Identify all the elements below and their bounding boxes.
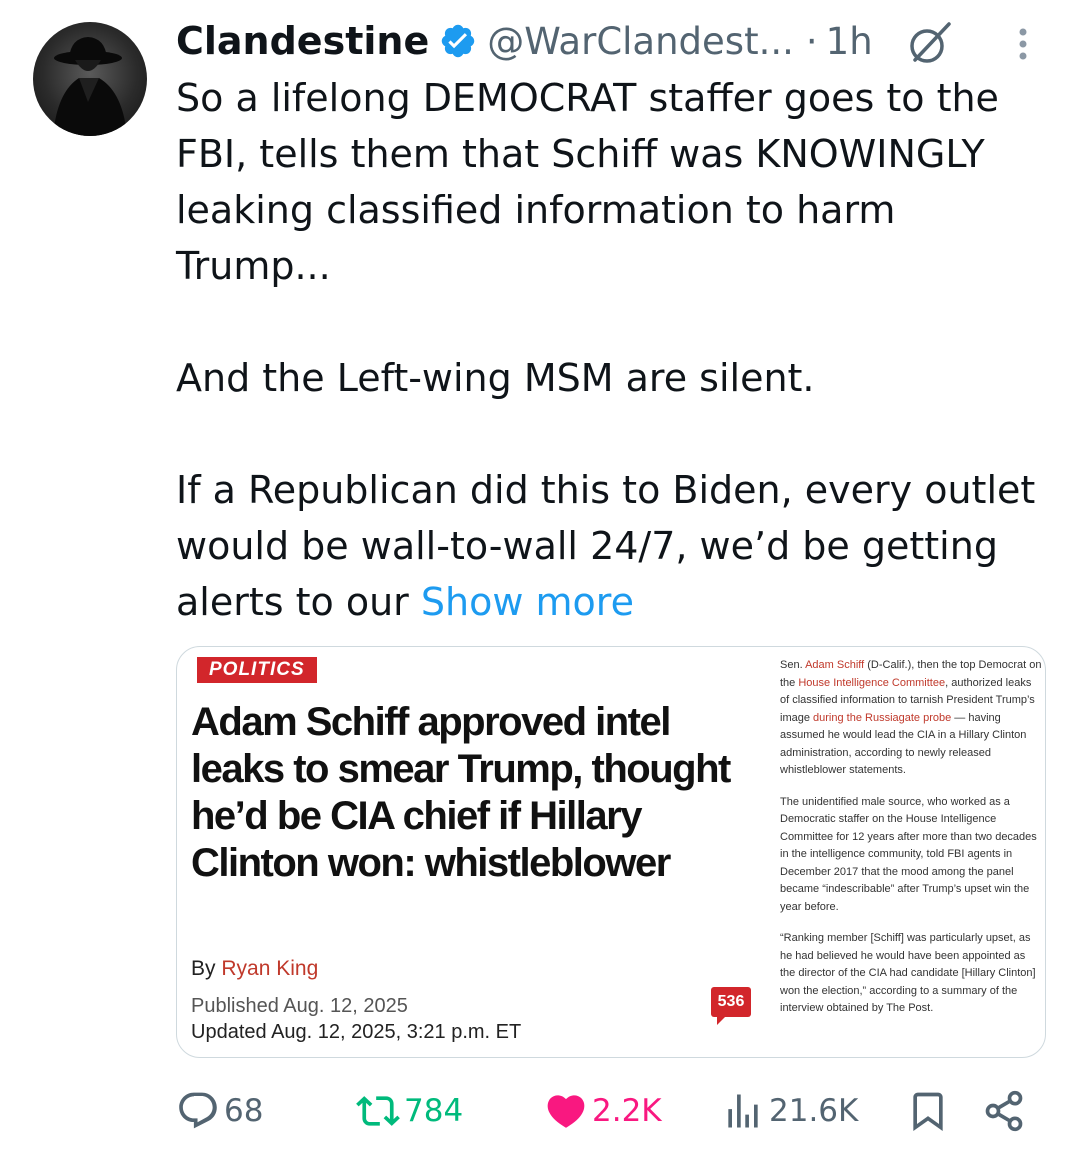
share-icon	[985, 1090, 1023, 1132]
article-link: during the Russiagate probe	[813, 711, 952, 724]
verified-badge-icon[interactable]	[439, 22, 477, 60]
byline-by: By	[191, 957, 216, 980]
avatar[interactable]	[33, 22, 147, 136]
action-bar: 68 784 2.2K 21.6K	[176, 1085, 1046, 1137]
author-handle[interactable]: @WarClandest...	[487, 20, 794, 63]
section-tag: POLITICS	[197, 657, 317, 683]
article-text: Sen.	[780, 659, 806, 671]
media-card[interactable]: POLITICS Adam Schiff approved intel leak…	[176, 646, 1046, 1058]
tweet-paragraph: If a Republican did this to Biden, every…	[176, 462, 1056, 630]
author-name[interactable]: Clandestine	[176, 19, 429, 63]
byline-author: Ryan King	[221, 957, 319, 980]
article-link: Adam Schiff	[805, 659, 865, 671]
grok-icon[interactable]	[905, 18, 955, 68]
tweet-header: Clandestine @WarClandest... · 1h	[176, 18, 873, 64]
published-date: Published Aug. 12, 2025	[191, 995, 408, 1017]
views-icon	[728, 1094, 758, 1128]
tweet-paragraph: And the Left-wing MSM are silent.	[176, 356, 815, 400]
repost-icon	[356, 1096, 400, 1126]
article-paragraph: “Ranking member [Schiff] was particularl…	[780, 932, 1036, 1014]
reply-count: 68	[224, 1093, 264, 1129]
show-more-link[interactable]: Show more	[421, 580, 634, 624]
views-button[interactable]: 21.6K	[721, 1085, 858, 1137]
like-icon	[547, 1095, 585, 1128]
tweet-text: So a lifelong DEMOCRAT staffer goes to t…	[176, 70, 1056, 630]
article-paragraph: Sen. Adam Schiff (D-Calif.), then the to…	[780, 657, 1042, 780]
article-link: House Intelligence Committee	[798, 676, 946, 689]
article-headline: Adam Schiff approved intel leaks to smea…	[191, 700, 731, 885]
reply-icon	[179, 1092, 217, 1129]
article-body: Sen. Adam Schiff (D-Calif.), then the to…	[780, 657, 1042, 1032]
repost-count: 784	[404, 1093, 464, 1129]
reply-button[interactable]: 68	[176, 1085, 263, 1137]
comment-count-badge: 536	[711, 987, 751, 1025]
byline: By Ryan King	[191, 957, 318, 981]
updated-date: Updated Aug. 12, 2025, 3:21 p.m. ET	[191, 1021, 522, 1043]
repost-button[interactable]: 784	[356, 1085, 463, 1137]
article-paragraph: The unidentified male source, who worked…	[780, 795, 1037, 913]
bookmark-button[interactable]	[906, 1085, 950, 1137]
share-button[interactable]	[982, 1085, 1026, 1137]
timestamp[interactable]: 1h	[826, 20, 873, 63]
more-icon[interactable]	[1008, 22, 1038, 66]
tweet-paragraph: So a lifelong DEMOCRAT staffer goes to t…	[176, 76, 999, 288]
like-count: 2.2K	[592, 1093, 662, 1129]
separator-dot: ·	[805, 19, 818, 63]
bookmark-icon	[913, 1092, 943, 1132]
like-button[interactable]: 2.2K	[544, 1085, 662, 1137]
views-count: 21.6K	[769, 1093, 859, 1129]
